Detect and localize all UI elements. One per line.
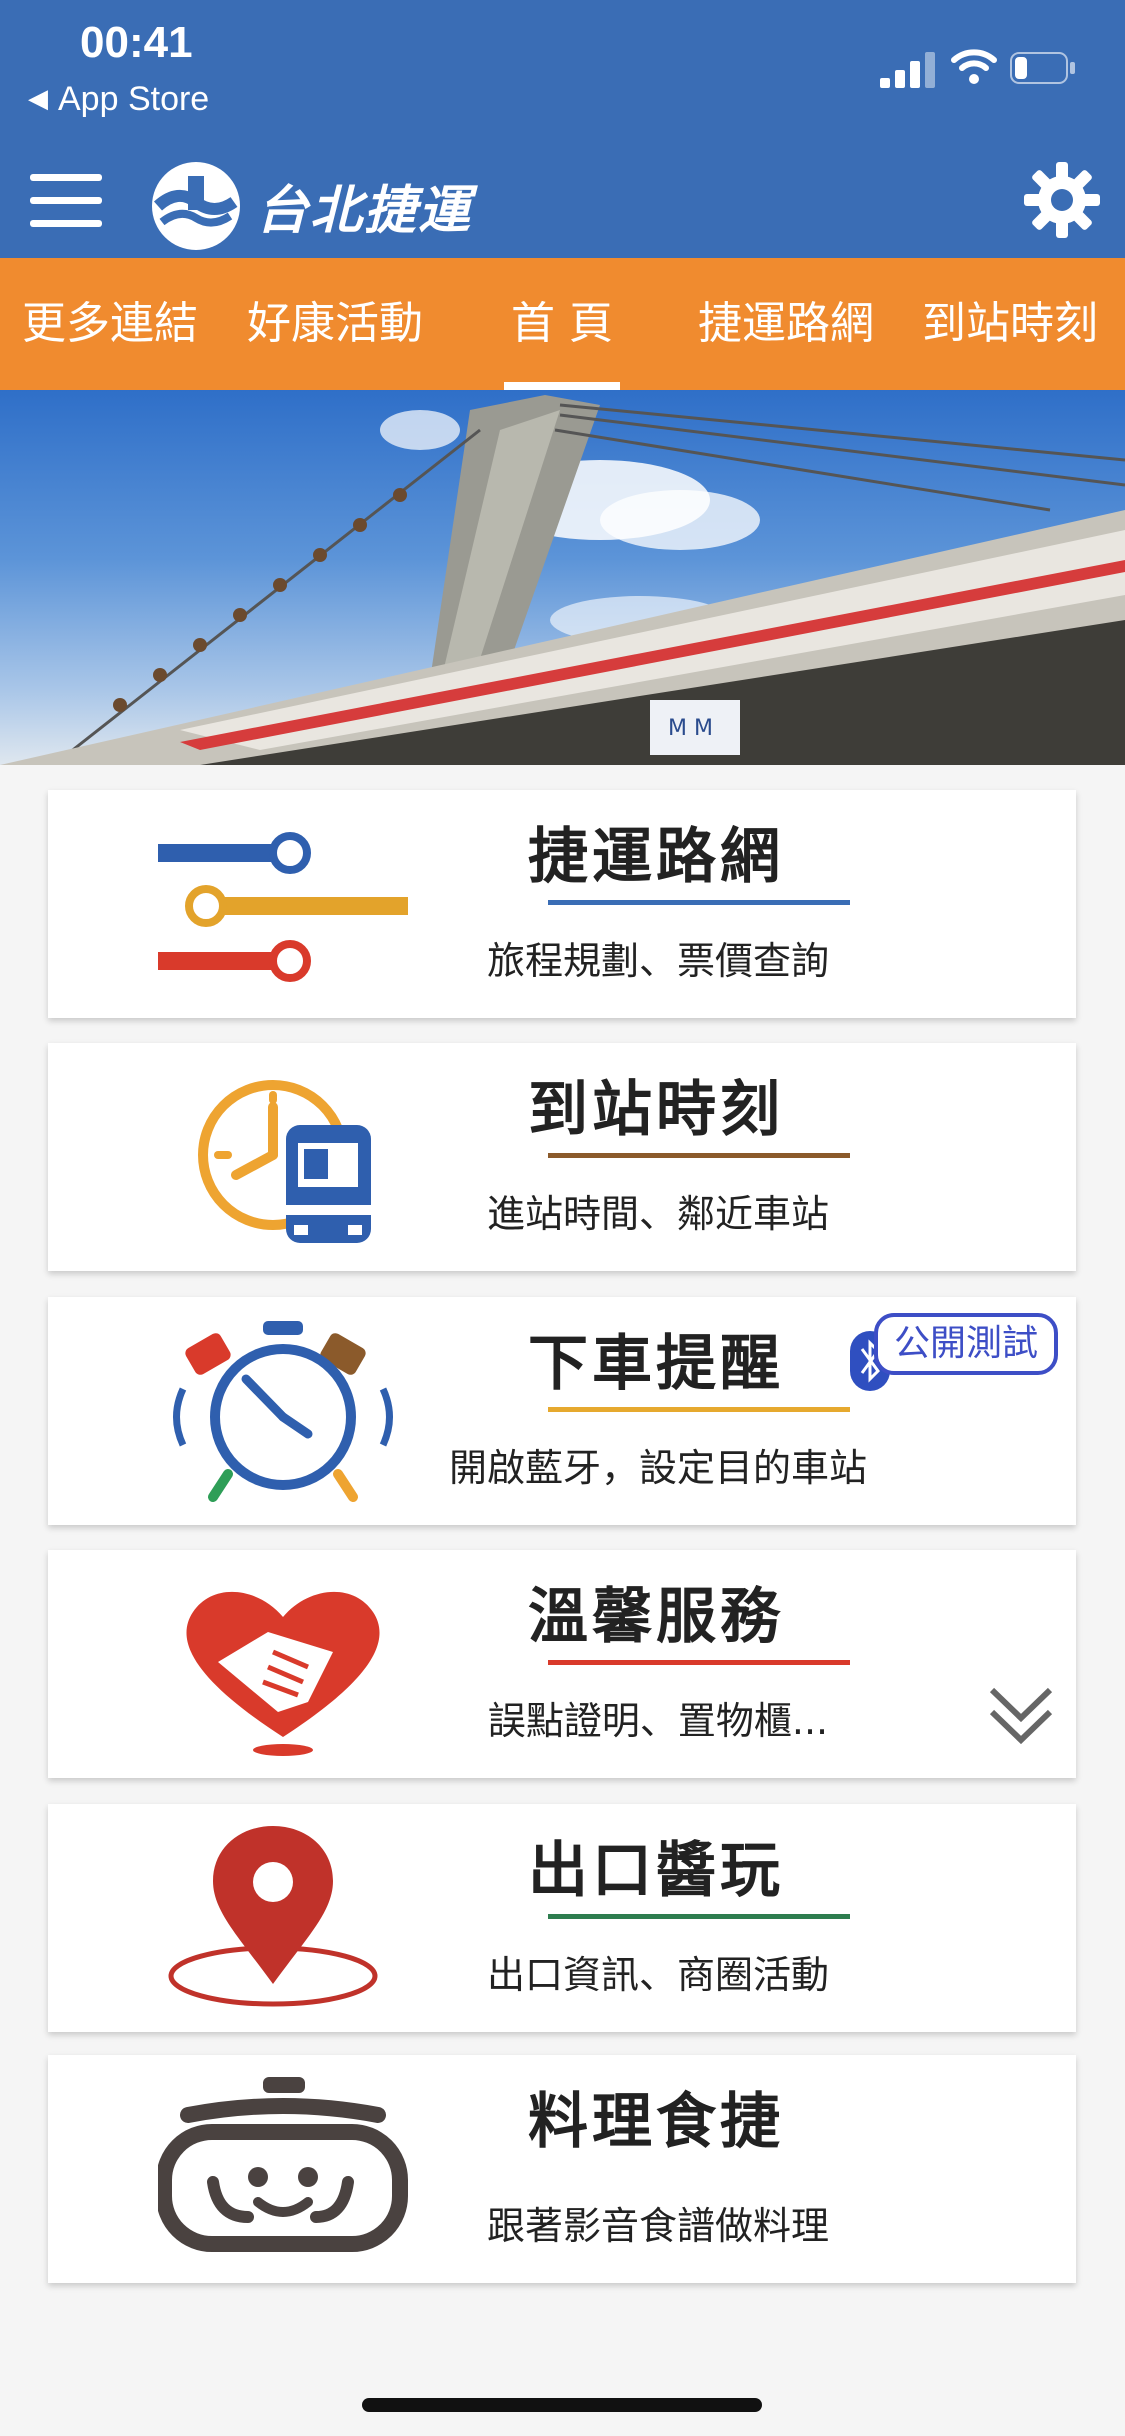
back-arrow-icon: ◀	[28, 83, 48, 113]
battery-icon	[1010, 52, 1075, 84]
card-subtitle: 開啟藍牙，設定目的車站	[448, 1446, 867, 1490]
back-to-app-store-link[interactable]: ◀ App Store	[28, 80, 209, 119]
card-arrival-times[interactable]: 到站時刻 進站時間、鄰近車站	[48, 1043, 1076, 1271]
card-caring-service[interactable]: 溫馨服務 誤點證明、置物櫃...	[48, 1550, 1076, 1778]
card-underline	[548, 1914, 850, 1919]
alarm-clock-icon	[173, 1321, 393, 1502]
card-title: 捷運路網	[528, 822, 784, 892]
card-subtitle: 出口資訊、商圈活動	[486, 1953, 829, 1997]
metro-lines-icon	[158, 832, 408, 982]
card-title: 溫馨服務	[528, 1582, 784, 1652]
heart-handshake-icon	[186, 1591, 380, 1756]
card-title: 料理食捷	[528, 2087, 784, 2157]
card-title: 出口醬玩	[528, 1836, 784, 1906]
tab-home[interactable]: 首 頁	[452, 258, 672, 390]
public-beta-badge: 公開測試	[874, 1313, 1058, 1375]
gear-icon[interactable]	[1022, 160, 1102, 240]
card-title: 下車提醒	[528, 1329, 784, 1399]
clock-train-icon	[198, 1080, 371, 1243]
chevron-down-icon[interactable]	[986, 1680, 1056, 1750]
back-app-label: App Store	[58, 80, 210, 118]
signal-icon	[880, 52, 935, 88]
status-time: 00:41	[80, 18, 193, 67]
tab-more-links[interactable]: 更多連結	[0, 258, 220, 390]
card-metro-network[interactable]: 捷運路網 旅程規劃、票價查詢	[48, 790, 1076, 1018]
card-subtitle: 跟著影音食譜做料理	[486, 2204, 829, 2248]
card-subtitle: 進站時間、鄰近車站	[486, 1192, 829, 1236]
card-alight-reminder[interactable]: 下車提醒 開啟藍牙，設定目的車站 公開測試	[48, 1297, 1076, 1525]
card-cooking[interactable]: 料理食捷 跟著影音食譜做料理	[48, 2055, 1076, 2283]
card-underline	[548, 1407, 850, 1412]
tab-arrival-times[interactable]: 到站時刻	[900, 258, 1120, 390]
card-subtitle: 誤點證明、置物櫃...	[487, 1699, 829, 1743]
tab-metro-network[interactable]: 捷運路網	[676, 258, 896, 390]
bridge-train-illustration: M M	[0, 395, 1125, 765]
card-title: 到站時刻	[528, 1075, 784, 1145]
hamburger-menu-icon[interactable]	[30, 168, 102, 232]
tab-bar: 更多連結 好康活動 首 頁 捷運路網 到站時刻	[0, 258, 1125, 390]
app-header: 台北捷運	[0, 150, 1125, 258]
card-underline	[548, 900, 850, 905]
metro-logo-icon	[152, 162, 240, 250]
card-exit-fun[interactable]: 出口醬玩 出口資訊、商圈活動	[48, 1804, 1076, 2032]
hero-banner-image: M M	[0, 390, 1125, 765]
logo-text: 台北捷運	[256, 181, 473, 241]
svg-text:M M: M M	[668, 716, 713, 741]
location-pin-icon	[168, 1826, 378, 2007]
cooking-pot-face-icon	[158, 2077, 408, 2252]
card-underline	[548, 1153, 850, 1158]
wifi-icon	[951, 49, 997, 84]
tab-deals[interactable]: 好康活動	[225, 258, 445, 390]
status-bar: 00:41 ◀ App Store	[0, 0, 1125, 150]
taipei-metro-logo: 台北捷運	[148, 150, 488, 258]
home-indicator[interactable]	[362, 2398, 762, 2412]
card-underline	[548, 1660, 850, 1665]
card-subtitle: 旅程規劃、票價查詢	[486, 939, 829, 983]
